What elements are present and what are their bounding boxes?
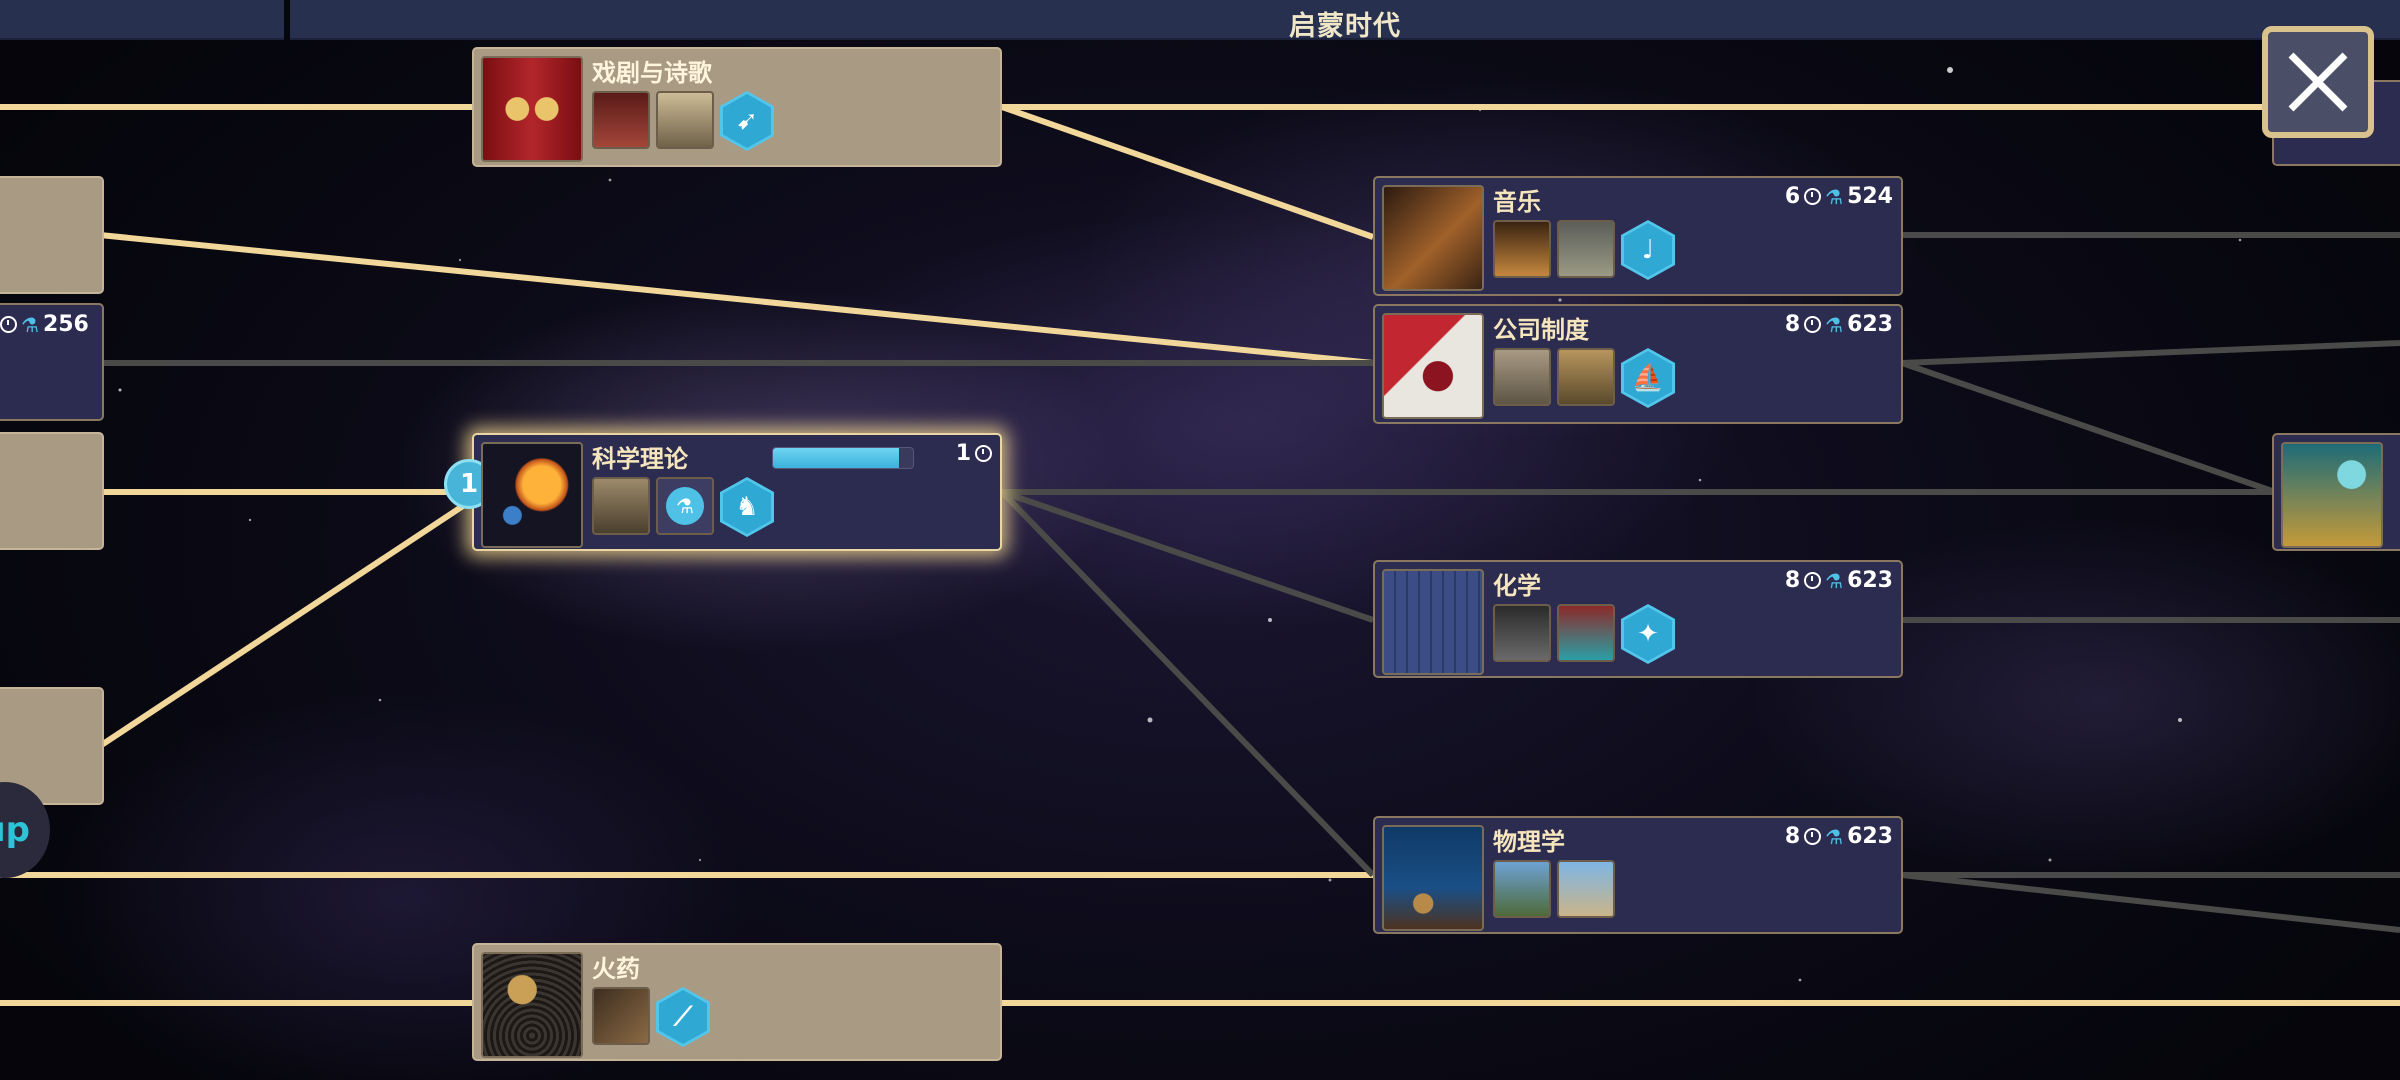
unlock-list: ➹	[592, 91, 774, 151]
unlock-list: ⛵	[1493, 348, 1675, 408]
tech-node-offscreen-3[interactable]	[0, 432, 104, 550]
unit-hex-icon[interactable]: ♞	[720, 477, 774, 537]
drama-portrait	[481, 56, 583, 162]
turns-count: 6	[1784, 184, 1801, 209]
science-icon: ⚗	[21, 312, 39, 337]
unlock-list	[1493, 860, 1615, 918]
tech-node-chemistry[interactable]: 化学 8 ⚗ 623 ✦	[1373, 560, 1903, 678]
offscreen-node-cost: ⚗ 256	[0, 312, 89, 337]
music-portrait	[1382, 185, 1484, 291]
science-cost: 623	[1847, 312, 1893, 337]
clock-icon	[0, 316, 17, 333]
science-icon: ⚗	[1825, 568, 1844, 593]
offscreen-science-cost: 256	[42, 312, 89, 337]
unlock-building-opera[interactable]	[1557, 220, 1615, 278]
clock-icon	[1804, 316, 1822, 333]
tech-name: 公司制度	[1493, 316, 1589, 344]
clock-icon	[975, 445, 992, 462]
tech-connectors	[0, 104, 2400, 1006]
tech-node-offscreen-right[interactable]	[2272, 433, 2400, 551]
unit-hex-icon[interactable]: ⛵	[1621, 348, 1675, 408]
tech-cost: 8 ⚗ 623	[1785, 824, 1893, 849]
tech-name: 科学理论	[592, 445, 688, 473]
tech-name: 戏剧与诗歌	[592, 59, 712, 87]
close-icon	[2288, 52, 2348, 112]
unlock-building-trading-house[interactable]	[1557, 348, 1615, 406]
unlock-building-colosseum[interactable]	[656, 91, 714, 149]
clock-icon	[1804, 188, 1822, 205]
science-icon: ⚗	[666, 487, 704, 525]
unlock-building-theater[interactable]	[592, 91, 650, 149]
science-cost: 524	[1847, 184, 1893, 209]
unlock-building-workshop[interactable]	[1493, 604, 1551, 662]
unlock-building-university[interactable]	[592, 477, 650, 535]
era-current-tab: 启蒙时代	[290, 0, 2400, 42]
unlock-list: ⚗ ♞	[592, 477, 774, 537]
tech-node-gunpowder[interactable]: 火药 ⟋	[472, 943, 1002, 1061]
unit-hex-icon[interactable]: ➹	[720, 91, 774, 151]
unlock-wonder-leaning-tower[interactable]	[1557, 860, 1615, 918]
tech-node-music[interactable]: 音乐 6 ⚗ 524 ♩	[1373, 176, 1903, 296]
physics-portrait	[1382, 825, 1484, 931]
tech-name: 物理学	[1493, 828, 1565, 856]
unlock-science-bonus[interactable]: ⚗	[656, 477, 714, 535]
tech-node-drama-poetry[interactable]: 戏剧与诗歌 ➹	[472, 47, 1002, 167]
tech-node-physics[interactable]: 物理学 8 ⚗ 623	[1373, 816, 1903, 934]
unlock-resource-gunpowder[interactable]	[592, 987, 650, 1045]
era-previous-tab[interactable]	[0, 0, 284, 40]
turns-count: 8	[1784, 312, 1801, 337]
close-button[interactable]	[2262, 26, 2374, 138]
research-progress-fill	[773, 448, 899, 468]
tech-name: 音乐	[1493, 188, 1541, 216]
clock-icon	[1804, 828, 1822, 845]
unlock-building-stock-exchange[interactable]	[1493, 348, 1551, 406]
unlock-building-windmill[interactable]	[1493, 860, 1551, 918]
tech-node-scientific-theory[interactable]: 1 科学理论 1 ⚗ ♞	[444, 433, 1002, 551]
unit-hex-icon[interactable]: ⟋	[656, 987, 710, 1047]
science-icon: ⚗	[1825, 184, 1844, 209]
tech-cost: 8 ⚗ 623	[1785, 312, 1893, 337]
tech-node-corporation[interactable]: 公司制度 8 ⚗ 623 ⛵	[1373, 304, 1903, 424]
science-icon: ⚗	[1825, 312, 1844, 337]
unlock-building-piano[interactable]	[1493, 220, 1551, 278]
turns-count: 8	[1784, 568, 1801, 593]
corporation-portrait	[1382, 313, 1484, 419]
unit-hex-icon[interactable]: ✦	[1621, 604, 1675, 664]
tech-name: 化学	[1493, 572, 1541, 600]
clock-icon	[1804, 572, 1822, 589]
tech-node-offscreen-1[interactable]	[0, 176, 104, 294]
turns-count: 8	[1784, 824, 1801, 849]
tech-cost: 8 ⚗ 623	[1785, 568, 1893, 593]
science-cost: 623	[1847, 568, 1893, 593]
tech-name: 火药	[592, 955, 640, 983]
unlock-list: ♩	[1493, 220, 1675, 280]
turns-count: 1	[955, 441, 971, 466]
unit-hex-icon[interactable]: ♩	[1621, 220, 1675, 280]
scientific-theory-portrait	[481, 442, 583, 548]
economics-portrait	[2281, 442, 2383, 548]
unlock-list: ⟋	[592, 987, 710, 1047]
research-progress-bar	[772, 447, 914, 469]
science-icon: ⚗	[1825, 824, 1844, 849]
era-title: 启蒙时代	[1289, 11, 1401, 42]
science-cost: 623	[1847, 824, 1893, 849]
gunpowder-portrait	[481, 952, 583, 1058]
unlock-list: ✦	[1493, 604, 1675, 664]
chemistry-portrait	[1382, 569, 1484, 675]
tech-cost: 6 ⚗ 524	[1785, 184, 1893, 209]
unlock-building-laboratory[interactable]	[1557, 604, 1615, 662]
era-header: 启蒙时代	[0, 0, 2400, 42]
tech-cost: 1	[956, 441, 992, 466]
